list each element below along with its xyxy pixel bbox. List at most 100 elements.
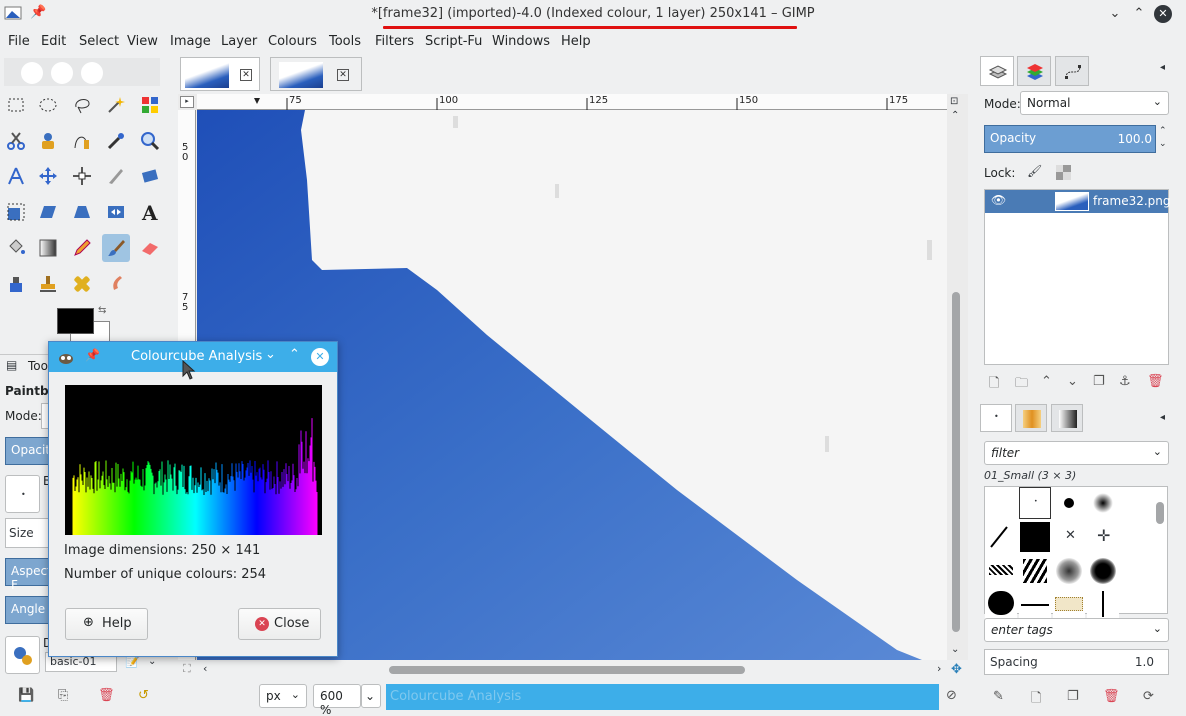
tab-paths[interactable] [1055, 56, 1089, 86]
scroll-left-icon[interactable]: ‹ [203, 662, 207, 675]
foreground-color-swatch[interactable] [57, 308, 94, 334]
pencil-tool[interactable] [68, 234, 96, 262]
aspect-ratio-slider[interactable]: Aspect F [5, 558, 52, 592]
delete-options-icon[interactable]: 🗑 [98, 688, 115, 703]
unified-transform-tool[interactable] [136, 162, 164, 190]
raise-layer-icon[interactable]: ⌃ [1041, 374, 1052, 389]
lock-alpha-icon[interactable] [1056, 165, 1071, 180]
menu-help[interactable]: Help [561, 34, 591, 49]
menu-colours[interactable]: Colours [268, 34, 317, 49]
move-tool[interactable] [34, 162, 62, 190]
swap-colors-icon[interactable]: ⇆ [98, 305, 106, 316]
brushes-scroll-thumb[interactable] [1156, 502, 1164, 524]
horizontal-scroll-thumb[interactable] [389, 666, 745, 674]
refresh-brushes-icon[interactable]: ⟳ [1143, 689, 1154, 704]
brush-item[interactable] [1087, 555, 1119, 587]
close-window-button[interactable]: ✕ [1154, 5, 1172, 23]
close-tab-icon[interactable]: ✕ [240, 69, 252, 81]
navigate-icon[interactable]: ⛶ [183, 662, 191, 676]
brush-item[interactable] [985, 555, 1017, 587]
menu-select[interactable]: Select [79, 34, 119, 49]
eraser-tool[interactable] [136, 234, 164, 262]
brush-item[interactable] [985, 589, 1017, 621]
dynamics-chevron-icon[interactable]: ⌄ [148, 656, 156, 667]
shear-tool[interactable] [34, 198, 62, 226]
menu-filters[interactable]: Filters [375, 34, 414, 49]
spin-up-icon[interactable]: ⌃ [1159, 126, 1167, 136]
dialog-maximize-button[interactable]: ⌃ [289, 347, 300, 362]
menu-edit[interactable]: Edit [41, 34, 66, 49]
vertical-scroll-thumb[interactable] [952, 292, 960, 632]
menu-script-fu[interactable]: Script-Fu [425, 34, 482, 49]
ellipse-select-tool[interactable] [34, 91, 62, 119]
image-tab-1[interactable]: ✕ [180, 57, 260, 91]
zoom-input[interactable]: 600 % [313, 684, 361, 716]
brush-item[interactable] [1019, 589, 1051, 621]
new-layer-group-icon[interactable]: 🗀 [1015, 374, 1028, 396]
navigation-move-icon[interactable]: ✥ [951, 662, 962, 677]
color-picker-tool[interactable] [102, 127, 130, 155]
minimize-button[interactable]: ⌄ [1106, 5, 1124, 23]
tab-brushes[interactable]: • [980, 404, 1012, 432]
paintbrush-tool[interactable] [102, 234, 130, 262]
zoom-fit-icon[interactable]: ⊡ [950, 96, 958, 107]
scroll-right-icon[interactable]: › [937, 662, 941, 675]
heal-tool[interactable] [68, 270, 96, 298]
zoom-tool[interactable] [136, 127, 164, 155]
angle-slider[interactable]: Angle [5, 596, 50, 624]
lower-layer-icon[interactable]: ⌄ [1067, 374, 1078, 389]
scroll-up-icon[interactable]: ⌃ [951, 110, 959, 121]
rect-select-tool[interactable] [2, 91, 30, 119]
align-tool[interactable] [68, 162, 96, 190]
anchor-layer-icon[interactable]: ⚓ [1119, 374, 1131, 389]
menu-image[interactable]: Image [170, 34, 211, 49]
menu-windows[interactable]: Windows [492, 34, 550, 49]
brush-item[interactable] [1053, 555, 1085, 587]
lock-pixels-icon[interactable]: 🖌 [1027, 164, 1042, 178]
edit-brush-icon[interactable]: ✎ [993, 689, 1004, 704]
restore-options-icon[interactable]: ⎘ [58, 688, 68, 703]
opacity-slider[interactable]: Opacity [5, 437, 57, 465]
free-select-tool[interactable] [68, 91, 96, 119]
measure-tool[interactable] [2, 162, 30, 190]
brush-item[interactable]: ✕ [1053, 521, 1085, 553]
image-tab-2[interactable]: ✕ [270, 57, 362, 91]
brush-item[interactable]: ✛ [1087, 521, 1119, 553]
close-button[interactable]: ✕ Close [238, 608, 321, 640]
brush-item[interactable] [1019, 521, 1051, 553]
brush-item[interactable] [1053, 589, 1085, 621]
brush-filter-input[interactable]: filter ⌄ [984, 441, 1169, 465]
close-tab-icon[interactable]: ✕ [337, 69, 349, 81]
brush-item[interactable] [1087, 487, 1119, 519]
scroll-down-icon[interactable]: ⌄ [951, 644, 959, 655]
help-button[interactable]: ⊕ Help [65, 608, 148, 640]
bucket-fill-tool[interactable] [2, 234, 30, 262]
new-layer-icon[interactable]: 🗋 [989, 374, 999, 396]
brush-tags-input[interactable]: enter tags ⌄ [984, 618, 1169, 642]
layer-mode-select[interactable]: Normal ⌄ [1020, 91, 1169, 115]
zoom-select[interactable]: ⌄ [361, 684, 381, 708]
vertical-scrollbar[interactable]: ⌃ ⌄ [948, 110, 964, 660]
tab-patterns[interactable] [1015, 404, 1047, 432]
quick-mask-icon[interactable]: ▸ [180, 96, 194, 108]
delete-layer-icon[interactable]: 🗑 [1147, 374, 1164, 389]
paths-select-tool[interactable] [68, 127, 96, 155]
scale-tool[interactable] [2, 198, 30, 226]
duplicate-brush-icon[interactable]: ❐ [1067, 689, 1079, 704]
dock-menu-icon[interactable]: ◂ [1160, 412, 1165, 423]
spin-down-icon[interactable]: ⌄ [1159, 139, 1167, 149]
pin-icon[interactable]: 📌 [85, 348, 100, 362]
fuzzy-select-tool[interactable] [102, 91, 130, 119]
crop-tool[interactable] [102, 162, 130, 190]
gradient-tool[interactable] [34, 234, 62, 262]
ink-tool[interactable] [2, 270, 30, 298]
brush-preview-button[interactable]: • [5, 475, 40, 513]
scissors-tool[interactable] [2, 127, 30, 155]
dialog-minimize-button[interactable]: ⌄ [265, 347, 276, 362]
brush-item[interactable] [1019, 555, 1051, 587]
save-options-icon[interactable]: 💾 [18, 688, 34, 703]
brush-item[interactable]: • [1019, 487, 1051, 519]
unit-select[interactable]: px ⌄ [259, 684, 307, 708]
tab-gradients[interactable] [1051, 404, 1083, 432]
foreground-select-tool[interactable] [34, 127, 62, 155]
